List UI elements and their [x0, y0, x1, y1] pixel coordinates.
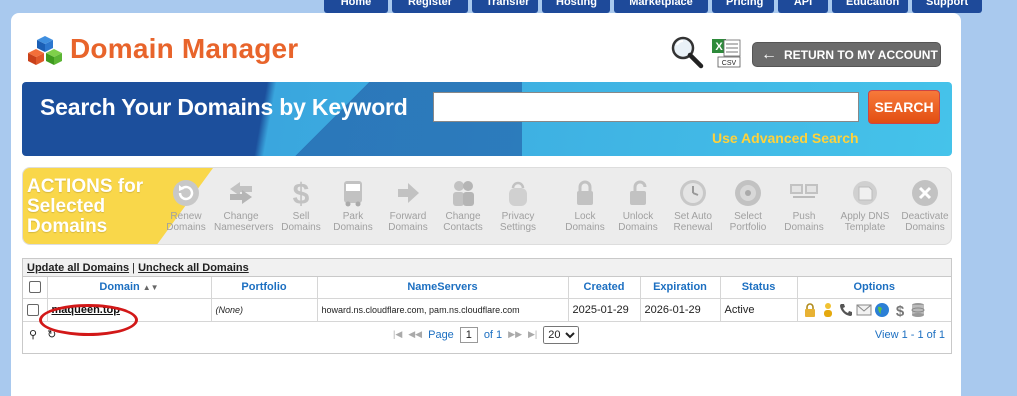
nav-tab-home[interactable]: Home: [324, 0, 388, 13]
dollar-icon[interactable]: $: [892, 302, 908, 318]
action-lock-domains[interactable]: Lock Domains: [557, 178, 613, 233]
table-row: maqueen.top (None) howard.ns.cloudflare.…: [23, 298, 951, 322]
globe-icon[interactable]: [874, 302, 890, 318]
action-apply-dns-template[interactable]: Apply DNS Template: [835, 178, 895, 233]
nav-tab-support[interactable]: Support: [912, 0, 982, 13]
column-header-status[interactable]: Status: [720, 277, 798, 299]
pager-nav: |◀ ◀◀ Page of 1 ▶▶ ▶| 20: [393, 325, 580, 344]
advanced-search-link[interactable]: Use Advanced Search: [712, 130, 859, 146]
cubes-logo-icon: [28, 36, 62, 65]
action-unlock-domains[interactable]: Unlock Domains: [611, 178, 665, 233]
nav-tab-hosting[interactable]: Hosting: [542, 0, 610, 13]
actions-bar: ACTIONS for Selected Domains Renew Domai…: [22, 167, 952, 245]
dollar-icon: $: [293, 178, 310, 208]
column-header-nameservers[interactable]: NameServers: [317, 277, 569, 299]
people-icon: [453, 181, 474, 206]
lock-icon: [577, 180, 593, 205]
privacy-bag-icon: [509, 181, 527, 206]
uncheck-all-domains-link[interactable]: Uncheck all Domains: [138, 262, 249, 274]
search-banner: Search Your Domains by Keyword SEARCH Us…: [22, 82, 952, 156]
envelope-icon[interactable]: [856, 302, 872, 318]
nameservers-value: howard.ns.cloudflare.com, pam.ns.cloudfl…: [321, 304, 520, 315]
column-header-domain[interactable]: Domain ▲▼: [47, 277, 212, 299]
nav-tab-marketplace[interactable]: Marketplace: [614, 0, 708, 13]
action-set-auto-renewal[interactable]: Set Auto Renewal: [666, 178, 720, 233]
monitors-icon: [790, 184, 818, 198]
action-select-portfolio[interactable]: Select Portfolio: [721, 178, 775, 233]
last-page-icon[interactable]: ▶|: [528, 329, 537, 340]
page-number-input[interactable]: [459, 326, 478, 343]
next-page-icon[interactable]: ▶▶: [508, 329, 522, 340]
svg-text:$: $: [895, 303, 904, 318]
table-header-row: Domain ▲▼ Portfolio NameServers Created E…: [23, 277, 951, 299]
bus-icon: [344, 181, 362, 207]
refresh-icon: [173, 180, 199, 206]
portfolio-value: (None): [215, 304, 244, 315]
column-header-expiration[interactable]: Expiration: [640, 277, 721, 299]
row-checkbox[interactable]: [27, 303, 39, 316]
nav-tab-transfer[interactable]: Transfer: [472, 0, 538, 13]
action-change-contacts[interactable]: Change Contacts: [436, 178, 490, 233]
dns-template-icon: [853, 181, 877, 205]
magnifier-icon[interactable]: [669, 35, 705, 69]
search-button[interactable]: SEARCH: [868, 90, 940, 124]
first-page-icon[interactable]: |◀: [393, 329, 402, 340]
actions-title: ACTIONS for Selected Domains: [27, 176, 144, 237]
database-icon[interactable]: [910, 302, 926, 318]
nav-tab-register[interactable]: Register: [392, 0, 468, 13]
csv-export-icon[interactable]: X CSV: [711, 38, 743, 68]
action-push-domains[interactable]: Push Domains: [777, 178, 831, 233]
created-value: 2025-01-29: [568, 298, 641, 322]
action-renew-domains[interactable]: Renew Domains: [159, 178, 213, 233]
action-privacy-settings[interactable]: Privacy Settings: [491, 178, 545, 233]
unlock-icon: [630, 180, 647, 205]
nav-tab-api[interactable]: API: [778, 0, 828, 13]
nav-tab-pricing[interactable]: Pricing: [712, 0, 774, 13]
top-nav: Home Register Transfer Hosting Marketpla…: [324, 0, 982, 13]
view-count: View 1 - 1 of 1: [874, 328, 945, 341]
action-change-nameservers[interactable]: Change Nameservers: [214, 178, 273, 233]
forward-arrow-icon: [398, 183, 419, 203]
clock-icon: [680, 180, 706, 206]
person-icon[interactable]: [820, 302, 836, 318]
expiration-value: 2026-01-29: [640, 298, 721, 322]
svg-text:$: $: [293, 178, 310, 208]
lock-icon[interactable]: [802, 302, 818, 318]
svg-text:X: X: [715, 41, 723, 53]
phone-icon[interactable]: [838, 302, 854, 318]
status-value: Active: [720, 298, 798, 322]
domains-table: Domain ▲▼ Portfolio NameServers Created E…: [23, 277, 951, 322]
update-all-domains-link[interactable]: Update all Domains: [27, 262, 129, 274]
disc-icon: [735, 180, 761, 206]
column-header-options: Options: [797, 277, 951, 299]
search-toggle-icon[interactable]: ⚲: [29, 328, 37, 341]
grid-toolbar: Update all Domains | Uncheck all Domains: [23, 259, 951, 277]
column-header-created[interactable]: Created: [568, 277, 641, 299]
reload-icon[interactable]: ↻: [47, 328, 56, 341]
row-options: $: [802, 302, 948, 318]
return-to-account-button[interactable]: ← RETURN TO MY ACCOUNT: [752, 42, 941, 67]
nav-tab-education[interactable]: Education: [832, 0, 908, 13]
action-sell-domains[interactable]: $ Sell Domains: [279, 178, 323, 233]
main-panel: Domain Manager X CSV ← RETURN TO MY ACCO…: [11, 13, 961, 396]
deactivate-x-icon: [912, 180, 938, 206]
action-forward-domains[interactable]: Forward Domains: [381, 178, 435, 233]
swap-arrows-icon: [230, 182, 252, 204]
pager: ⚲ ↻ |◀ ◀◀ Page of 1 ▶▶ ▶| 20 View 1 - 1 …: [23, 322, 951, 348]
prev-page-icon[interactable]: ◀◀: [408, 329, 422, 340]
return-button-label: RETURN TO MY ACCOUNT: [784, 47, 938, 62]
select-all-checkbox[interactable]: [28, 281, 41, 294]
keyword-search-input[interactable]: [433, 92, 859, 122]
domain-link[interactable]: maqueen.top: [52, 304, 120, 316]
page-title: Domain Manager: [70, 33, 299, 64]
svg-text:CSV: CSV: [722, 60, 737, 67]
domains-grid: Update all Domains | Uncheck all Domains…: [22, 258, 952, 354]
sort-icon: ▲▼: [142, 283, 159, 293]
arrow-left-icon: ←: [761, 45, 777, 63]
search-label: Search Your Domains by Keyword: [40, 94, 408, 120]
page-size-select[interactable]: 20: [543, 325, 580, 344]
action-deactivate-domains[interactable]: Deactivate Domains: [897, 178, 951, 233]
action-park-domains[interactable]: Park Domains: [329, 178, 377, 233]
column-header-portfolio[interactable]: Portfolio: [211, 277, 318, 299]
